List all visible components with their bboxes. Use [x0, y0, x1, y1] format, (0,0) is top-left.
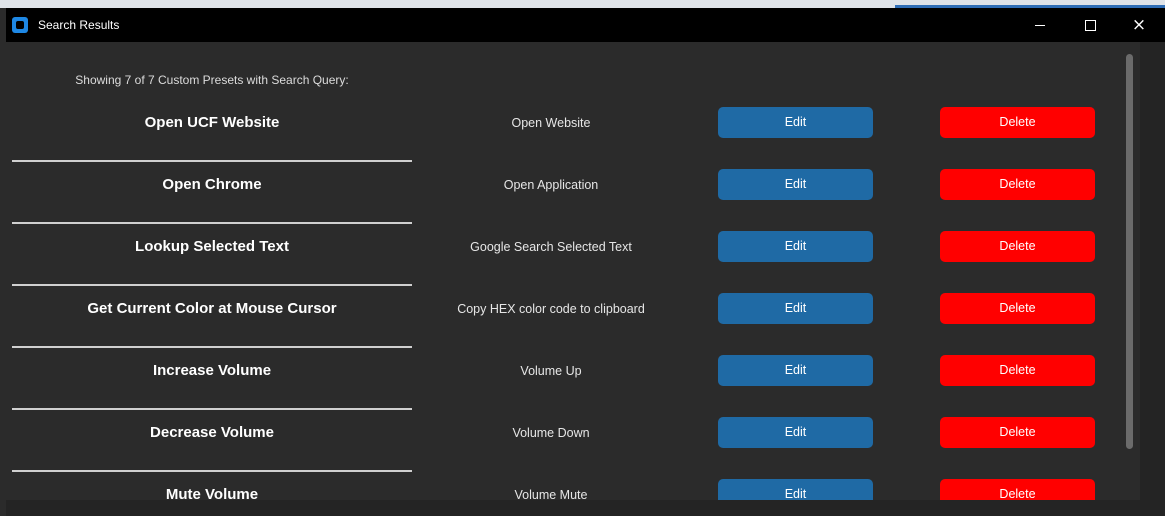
- window-title: Search Results: [38, 18, 120, 32]
- preset-row: Lookup Selected Text Google Search Select…: [6, 231, 1122, 293]
- preset-action: Volume Mute: [514, 488, 588, 500]
- preset-row: Open Chrome Open Application Edit Delete: [6, 169, 1122, 231]
- preset-row: Mute Volume Volume Mute Edit Delete: [6, 479, 1122, 500]
- preset-name: Decrease Volume: [150, 424, 274, 441]
- minimize-icon: [1035, 24, 1045, 26]
- preset-action: Volume Up: [520, 364, 582, 378]
- preset-name: Mute Volume: [165, 486, 259, 500]
- row-divider: [12, 160, 412, 162]
- edit-button[interactable]: Edit: [718, 231, 873, 262]
- results-scroll-area[interactable]: Showing 7 of 7 Custom Presets with Searc…: [6, 42, 1140, 500]
- edit-button[interactable]: Edit: [718, 107, 873, 138]
- preset-name: Open UCF Website: [144, 114, 280, 131]
- preset-row: Decrease Volume Volume Down Edit Delete: [6, 417, 1122, 479]
- maximize-icon: [1084, 19, 1096, 31]
- preset-action: Volume Down: [512, 426, 590, 440]
- row-divider: [12, 222, 412, 224]
- edit-button[interactable]: Edit: [718, 293, 873, 324]
- edit-button[interactable]: Edit: [718, 169, 873, 200]
- delete-button[interactable]: Delete: [940, 169, 1095, 200]
- preset-row: Increase Volume Volume Up Edit Delete: [6, 355, 1122, 417]
- row-divider: [12, 346, 412, 348]
- close-icon: ×: [1131, 14, 1147, 35]
- close-button[interactable]: ×: [1116, 8, 1162, 42]
- delete-button[interactable]: Delete: [940, 293, 1095, 324]
- preset-row: Open UCF Website Open Website Edit Delete: [6, 107, 1122, 169]
- preset-action: Copy HEX color code to clipboard: [457, 302, 645, 316]
- delete-button[interactable]: Delete: [940, 107, 1095, 138]
- edit-button[interactable]: Edit: [718, 479, 873, 500]
- delete-button[interactable]: Delete: [940, 231, 1095, 262]
- edit-button[interactable]: Edit: [718, 417, 873, 448]
- edit-button[interactable]: Edit: [718, 355, 873, 386]
- delete-button[interactable]: Delete: [940, 417, 1095, 448]
- row-divider: [12, 470, 412, 472]
- preset-name: Open Chrome: [162, 176, 262, 193]
- scrollbar-thumb[interactable]: [1126, 54, 1133, 449]
- preset-action: Google Search Selected Text: [470, 240, 632, 254]
- row-divider: [12, 408, 412, 410]
- preset-name: Increase Volume: [152, 362, 272, 379]
- preset-action: Open Application: [503, 178, 599, 192]
- window-bottom-padding: [6, 500, 1165, 516]
- background-window-strip: [0, 0, 1165, 8]
- preset-name: Get Current Color at Mouse Cursor: [87, 300, 337, 317]
- preset-name: Lookup Selected Text: [135, 238, 289, 255]
- minimize-button[interactable]: [1017, 8, 1063, 42]
- maximize-button[interactable]: [1067, 8, 1113, 42]
- delete-button[interactable]: Delete: [940, 479, 1095, 500]
- app-icon: [12, 17, 28, 33]
- row-divider: [12, 284, 412, 286]
- preset-action: Open Website: [511, 116, 591, 130]
- search-results-window: Search Results × Showing 7 of 7 Custom P…: [6, 8, 1165, 516]
- delete-button[interactable]: Delete: [940, 355, 1095, 386]
- results-summary: Showing 7 of 7 Custom Presets with Searc…: [75, 73, 349, 87]
- preset-row: Get Current Color at Mouse Cursor Copy HE…: [6, 293, 1122, 355]
- title-bar[interactable]: Search Results ×: [6, 8, 1165, 42]
